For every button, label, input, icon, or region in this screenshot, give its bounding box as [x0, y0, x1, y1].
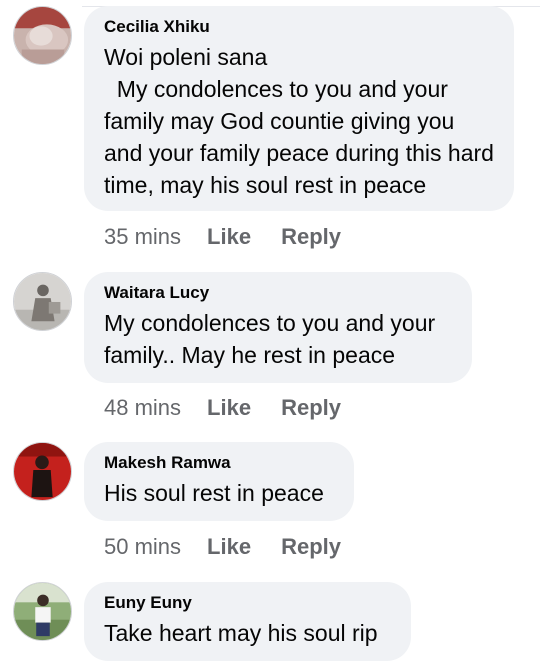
avatar[interactable] — [13, 272, 72, 331]
avatar-image — [14, 7, 71, 64]
comment-bubble: Makesh Ramwa His soul rest in peace — [84, 442, 354, 521]
like-button[interactable]: Like — [207, 533, 251, 561]
avatar-image — [14, 273, 71, 330]
comment-time[interactable]: 35 mins — [104, 223, 181, 251]
like-button[interactable]: Like — [207, 394, 251, 422]
avatar-image — [14, 583, 71, 640]
comment-author[interactable]: Waitara Lucy — [104, 282, 452, 303]
reply-button[interactable]: Reply — [281, 533, 341, 561]
reply-button[interactable]: Reply — [281, 223, 341, 251]
comment-actions: 48 mins Like Reply — [104, 394, 341, 422]
comment-text: Take heart may his soul rip — [104, 620, 378, 646]
comment-text: My condolences to you and your family.. … — [104, 310, 442, 368]
avatar-image — [14, 443, 71, 500]
comment-time[interactable]: 50 mins — [104, 533, 181, 561]
comment-author[interactable]: Euny Euny — [104, 592, 391, 613]
comment-text: His soul rest in peace — [104, 480, 324, 506]
comment-bubble: Cecilia Xhiku Woi poleni sana My condole… — [84, 6, 514, 211]
comment-author[interactable]: Makesh Ramwa — [104, 452, 334, 473]
like-button[interactable]: Like — [207, 223, 251, 251]
comment-actions: 50 mins Like Reply — [104, 533, 341, 561]
comment-bubble: Euny Euny Take heart may his soul rip — [84, 582, 411, 661]
comment-time[interactable]: 48 mins — [104, 394, 181, 422]
comment-actions: 35 mins Like Reply — [104, 223, 341, 251]
comment-bubble: Waitara Lucy My condolences to you and y… — [84, 272, 472, 383]
avatar[interactable] — [13, 442, 72, 501]
avatar[interactable] — [13, 582, 72, 641]
avatar[interactable] — [13, 6, 72, 65]
reply-button[interactable]: Reply — [281, 394, 341, 422]
comment-text: Woi poleni sana My condolences to you an… — [104, 44, 494, 198]
comment-author[interactable]: Cecilia Xhiku — [104, 16, 494, 37]
